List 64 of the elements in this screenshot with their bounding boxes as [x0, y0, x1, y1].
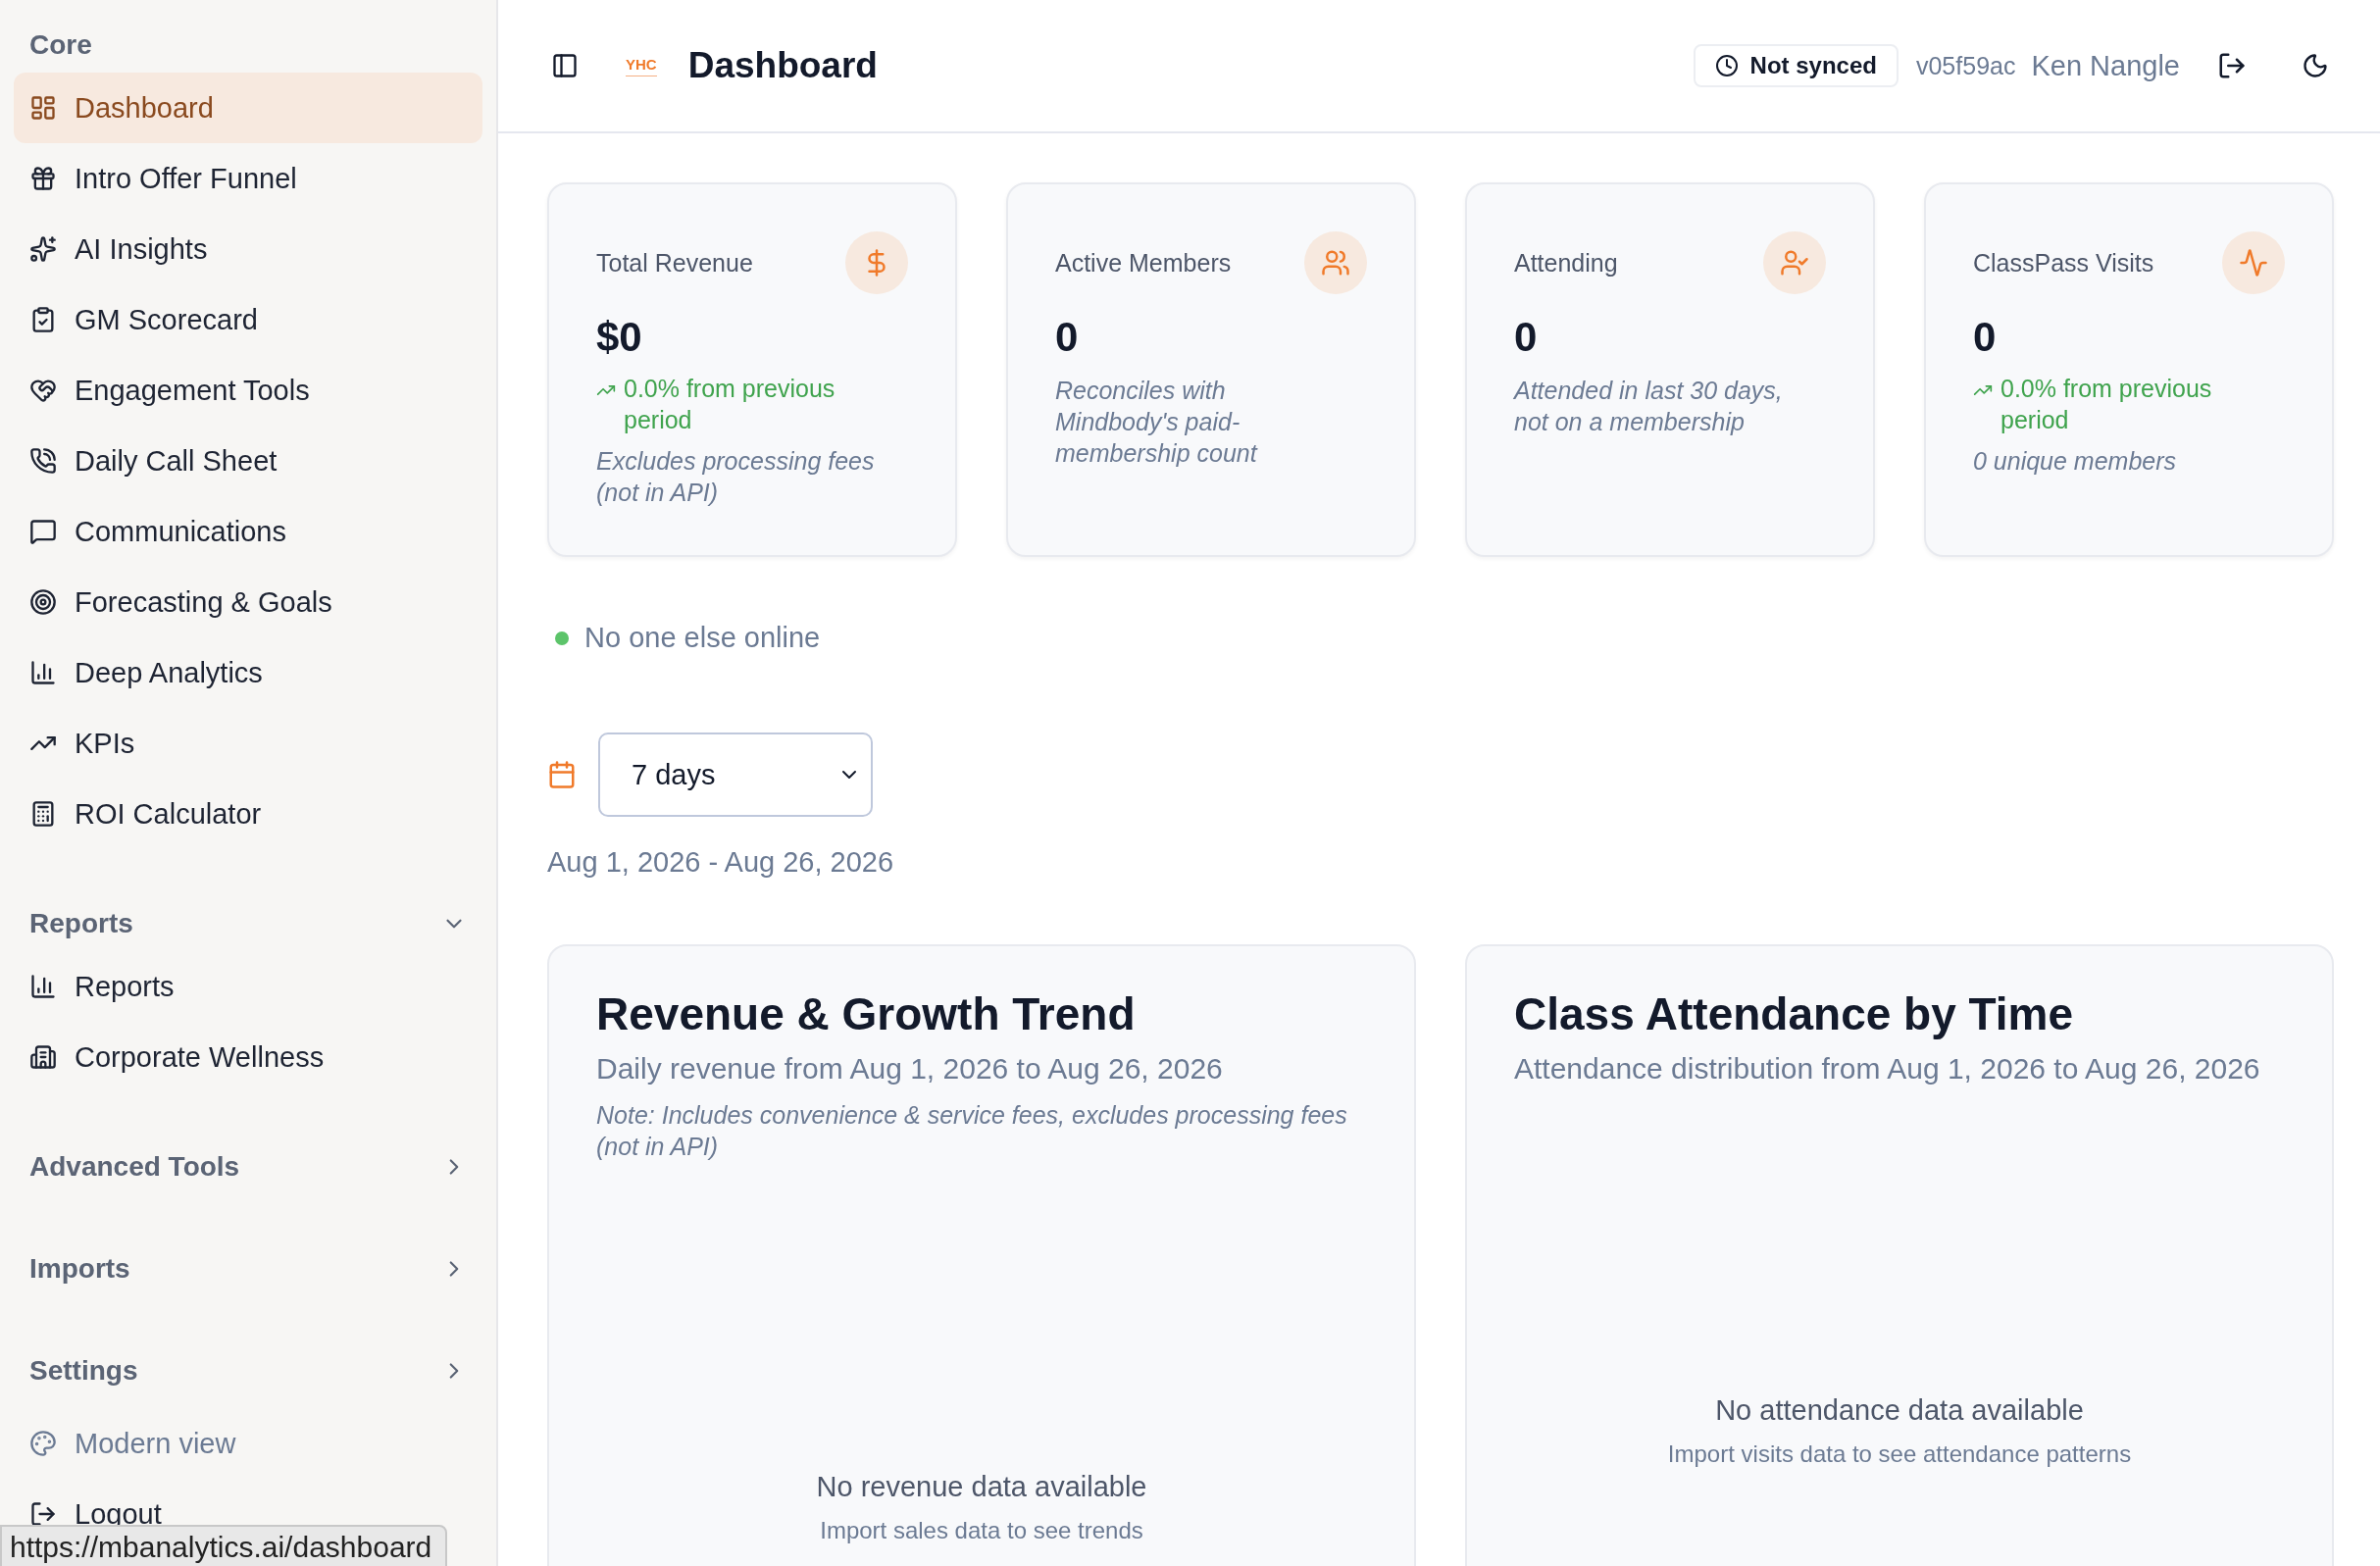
chart-note: Note: Includes convenience & service fees, excludes processing fees (not in API)	[596, 1100, 1348, 1162]
sidebar-item[interactable]: Modern view	[14, 1408, 482, 1479]
stat-title: Total Revenue	[596, 248, 753, 278]
bar-chart-icon	[29, 659, 57, 686]
sidebar-item[interactable]: KPIs	[14, 708, 482, 779]
version-label: v05f59ac	[1915, 51, 2016, 80]
stat-title: Active Members	[1055, 248, 1232, 278]
range-select[interactable]: 7 days	[598, 732, 873, 817]
empty-state-hint: Import sales data to see trends	[820, 1517, 1143, 1544]
sync-status-badge: Not synced	[1693, 44, 1899, 87]
sidebar-item[interactable]: GM Scorecard	[14, 284, 482, 355]
section-title[interactable]: Advanced Tools	[29, 1151, 240, 1183]
stat-change: 0.0% from previous period	[624, 374, 836, 435]
section-title: Core	[29, 29, 92, 61]
heart-handshake-icon	[29, 377, 57, 404]
empty-state-title: No attendance data available	[1715, 1394, 2084, 1427]
sidebar-item[interactable]: Corporate Wellness	[14, 1022, 482, 1092]
stat-value: 0	[1973, 314, 1998, 361]
link-status-tooltip: https://mbanalytics.ai/dashboard	[0, 1525, 448, 1566]
dashboard-icon	[29, 94, 57, 122]
stat-value: $0	[596, 314, 643, 361]
calendar-icon	[547, 760, 577, 789]
sidebar-item[interactable]: Intro Offer Funnel	[14, 143, 482, 214]
stat-note: 0 unique members	[1973, 446, 2178, 477]
phone-call-icon	[29, 447, 57, 475]
section-title[interactable]: Reports	[29, 908, 133, 939]
presence-text: No one else online	[584, 622, 821, 654]
gift-icon	[29, 165, 57, 192]
stat-note: Reconciles with Mindbody's paid-membership count	[1055, 376, 1259, 469]
logout-icon	[29, 1500, 57, 1528]
stat-change: 0.0% from previous period	[2000, 374, 2213, 435]
chart-subtitle: Attendance distribution from Aug 1, 2026 to Aug 26, 2026	[1514, 1052, 2261, 1086]
sidebar-item[interactable]: Dashboard	[14, 73, 482, 143]
building-icon	[29, 1043, 57, 1071]
sidebar-item[interactable]: Daily Call Sheet	[14, 426, 482, 496]
logo: YHC	[626, 55, 657, 76]
stat-note: Excludes processing fees (not in API)	[596, 446, 876, 508]
date-range-text: Aug 1, 2026 - Aug 26, 2026	[547, 846, 895, 879]
stat-value: 0	[1514, 314, 1539, 361]
empty-state-title: No revenue data available	[816, 1471, 1147, 1503]
chart-title: Class Attendance by Time	[1514, 987, 2075, 1040]
section-title[interactable]: Settings	[29, 1355, 138, 1387]
sidebar-item[interactable]: AI Insights	[14, 214, 482, 284]
sidebar-item[interactable]: Deep Analytics	[14, 637, 482, 708]
target-icon	[29, 588, 57, 616]
sidebar-item[interactable]: Engagement Tools	[14, 355, 482, 426]
stat-title: ClassPass Visits	[1973, 248, 2154, 278]
sidebar-item[interactable]: Reports	[14, 951, 482, 1022]
stat-value: 0	[1055, 314, 1080, 361]
sparkles-icon	[29, 235, 57, 263]
empty-state-hint: Import visits data to see attendance patterns	[1667, 1440, 2132, 1468]
message-icon	[29, 518, 57, 545]
stat-title: Attending	[1514, 248, 1618, 278]
section-title[interactable]: Imports	[29, 1253, 130, 1285]
chart-title: Revenue & Growth Trend	[596, 987, 1137, 1040]
page-title: Dashboard	[687, 45, 878, 86]
user-name: Ken Nangle	[2031, 49, 2180, 82]
palette-icon	[29, 1430, 57, 1457]
bar-chart-icon	[29, 973, 57, 1000]
sidebar-item[interactable]: ROI Calculator	[14, 779, 482, 849]
sidebar-item[interactable]: Forecasting & Goals	[14, 567, 482, 637]
sidebar-item[interactable]: Communications	[14, 496, 482, 567]
chart-subtitle: Daily revenue from Aug 1, 2026 to Aug 26, 2026	[596, 1052, 1224, 1086]
stat-note: Attended in last 30 days, not on a membership	[1514, 376, 1784, 437]
